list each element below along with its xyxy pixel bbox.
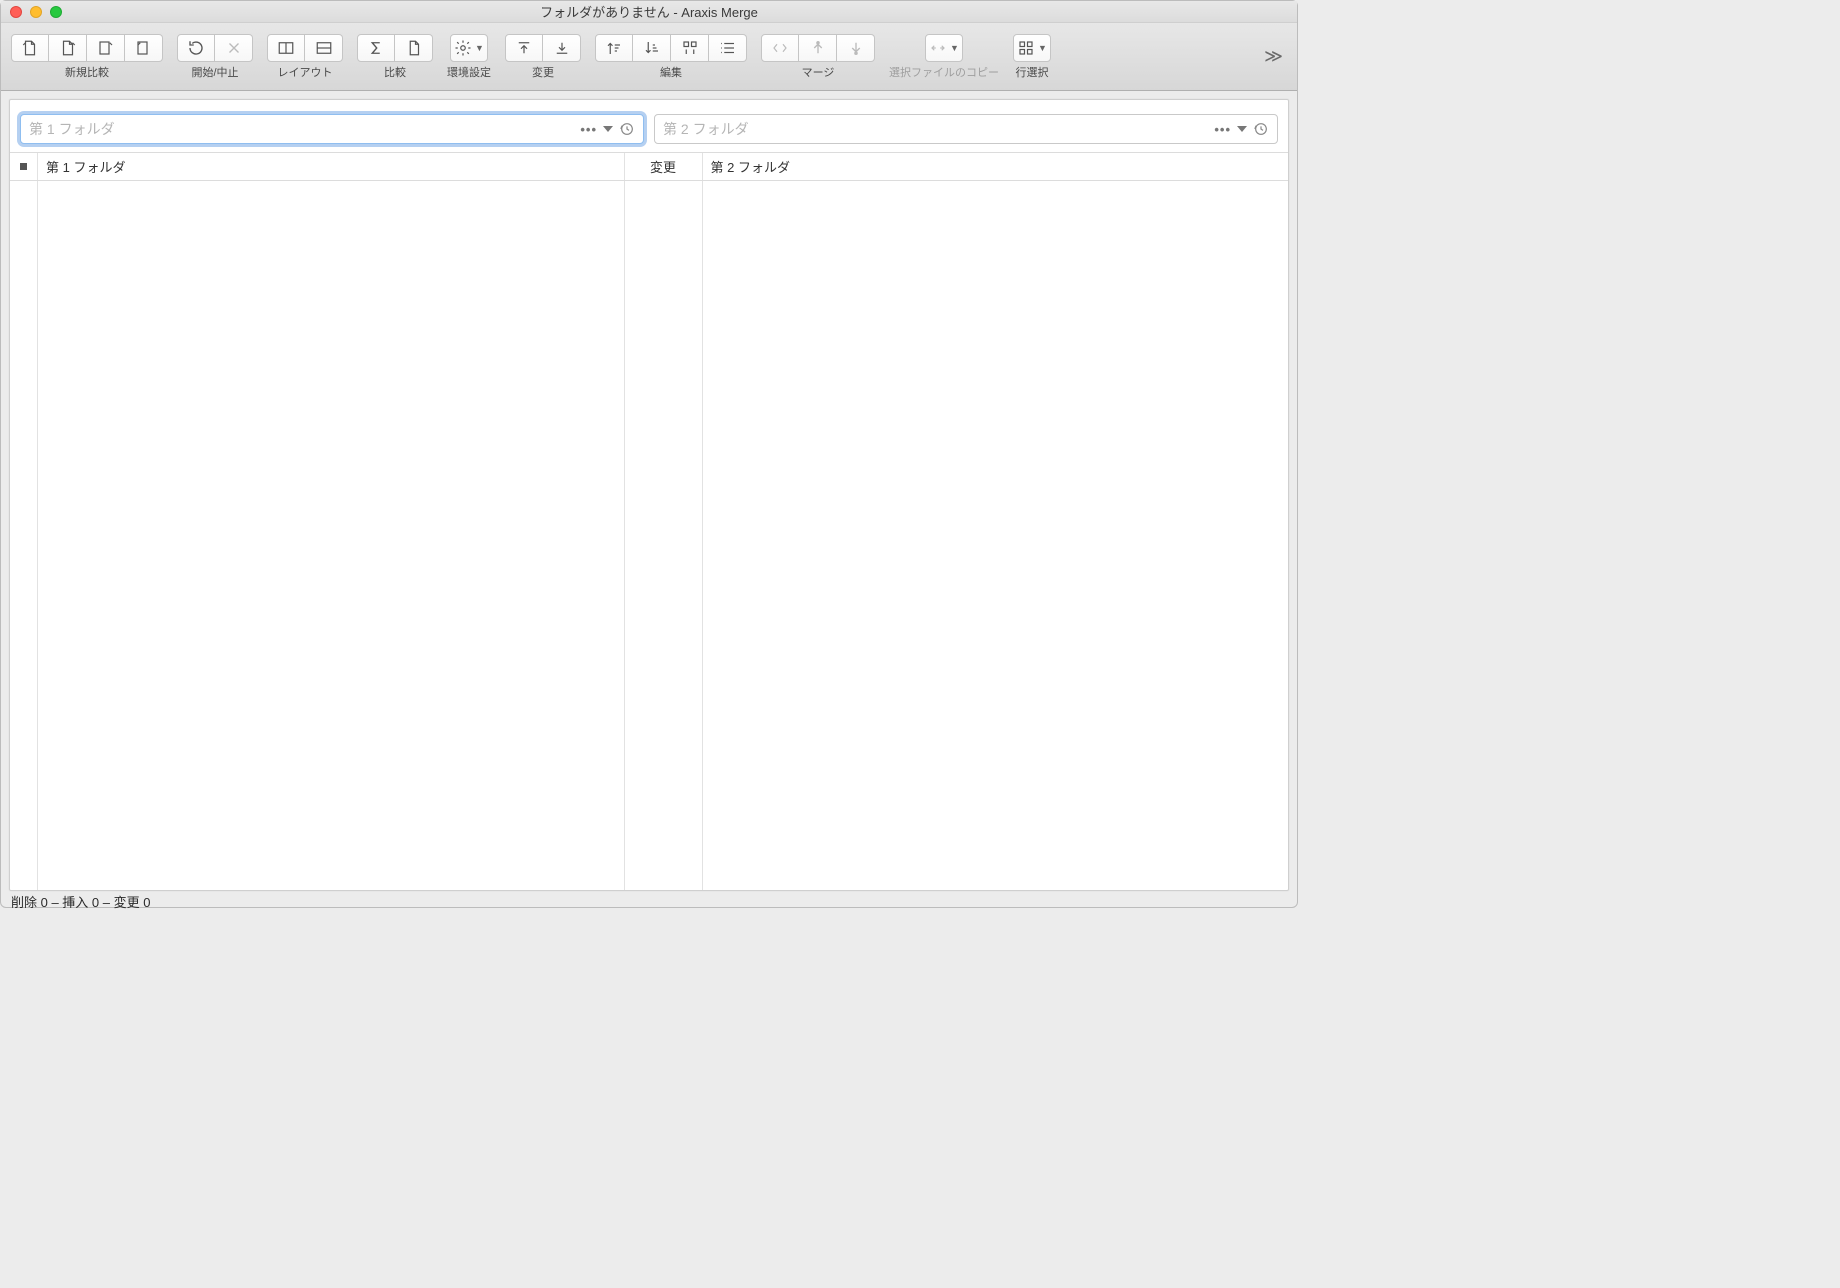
toolbar-label-change: 変更 xyxy=(532,64,554,80)
header-folder-2[interactable]: 第 2 フォルダ xyxy=(703,153,1289,180)
toolbar-label-new-compare: 新規比較 xyxy=(65,64,109,80)
new-3way-file-compare-button[interactable] xyxy=(87,34,125,62)
minimize-window-button[interactable] xyxy=(30,6,42,18)
history-icon[interactable] xyxy=(619,121,635,137)
layout-stacked-button[interactable] xyxy=(305,34,343,62)
status-bar: 削除 0 – 挿入 0 – 変更 0 xyxy=(1,891,1297,911)
close-window-button[interactable] xyxy=(10,6,22,18)
preferences-button[interactable]: ▼ xyxy=(450,34,488,62)
history-icon[interactable] xyxy=(1253,121,1269,137)
new-3way-folder-compare-button[interactable] xyxy=(125,34,163,62)
titlebar: フォルダがありません - Araxis Merge xyxy=(1,1,1297,23)
next-change-button[interactable] xyxy=(543,34,581,62)
column-headers: 第 1 フォルダ 変更 第 2 フォルダ xyxy=(10,152,1288,181)
toolbar-label-layout: レイアウト xyxy=(278,64,333,80)
toolbar-group-change: 変更 xyxy=(505,34,581,80)
dropdown-icon[interactable] xyxy=(603,126,613,132)
pane-change xyxy=(625,181,703,890)
square-icon xyxy=(20,163,27,170)
toolbar-group-preferences: ▼ 環境設定 xyxy=(447,34,491,80)
toolbar-label-merge: マージ xyxy=(802,64,835,80)
chevron-down-icon: ▼ xyxy=(950,43,959,53)
folder-2-input[interactable] xyxy=(655,115,1214,143)
toolbar-overflow-button[interactable]: ≫ xyxy=(1260,46,1287,67)
edit-list-button[interactable] xyxy=(709,34,747,62)
zoom-window-button[interactable] xyxy=(50,6,62,18)
window-controls xyxy=(10,6,62,18)
start-button[interactable] xyxy=(177,34,215,62)
edit-sort-desc-button[interactable] xyxy=(633,34,671,62)
new-folder-compare-button[interactable] xyxy=(49,34,87,62)
toolbar-group-merge: マージ xyxy=(761,34,875,80)
folder-2-path-box[interactable]: ••• xyxy=(654,114,1278,144)
toolbar-label-start-stop: 開始/中止 xyxy=(191,64,238,80)
toolbar-label-row-select: 行選択 xyxy=(1016,64,1049,80)
new-file-compare-button[interactable] xyxy=(11,34,49,62)
window-title: フォルダがありません - Araxis Merge xyxy=(1,2,1297,21)
toolbar-label-edit: 編集 xyxy=(660,64,682,80)
toolbar-label-preferences: 環境設定 xyxy=(447,64,491,80)
toolbar-label-compare: 比較 xyxy=(384,64,406,80)
dropdown-icon[interactable] xyxy=(1237,126,1247,132)
folder-1-path-box[interactable]: ••• xyxy=(20,114,644,144)
compare-sigma-button[interactable] xyxy=(357,34,395,62)
pane-marker xyxy=(10,181,38,890)
toolbar-group-edit: 編集 xyxy=(595,34,747,80)
edit-sort-asc-button[interactable] xyxy=(595,34,633,62)
toolbar: 新規比較 開始/中止 レイアウト xyxy=(1,23,1297,91)
status-text: 削除 0 – 挿入 0 – 変更 0 xyxy=(11,892,150,911)
toolbar-group-new-compare: 新規比較 xyxy=(11,34,163,80)
stop-button[interactable] xyxy=(215,34,253,62)
row-select-button[interactable]: ▼ xyxy=(1013,34,1051,62)
pane-folder-2[interactable] xyxy=(703,181,1289,890)
chevron-down-icon: ▼ xyxy=(1038,43,1047,53)
toolbar-group-copy-selected: ▼ 選択ファイルのコピー xyxy=(889,34,999,80)
header-folder-1[interactable]: 第 1 フォルダ xyxy=(38,153,625,180)
toolbar-group-layout: レイアウト xyxy=(267,34,343,80)
toolbar-group-compare: 比較 xyxy=(357,34,433,80)
merge-down-button[interactable] xyxy=(837,34,875,62)
folder-1-input[interactable] xyxy=(21,115,580,143)
compare-file-button[interactable] xyxy=(395,34,433,62)
pane-folder-1[interactable] xyxy=(38,181,625,890)
toolbar-group-row-select: ▼ 行選択 xyxy=(1013,34,1051,80)
chevron-down-icon: ▼ xyxy=(475,43,484,53)
header-marker[interactable] xyxy=(10,153,38,180)
content-panes xyxy=(10,181,1288,890)
layout-horizontal-button[interactable] xyxy=(267,34,305,62)
toolbar-group-start-stop: 開始/中止 xyxy=(177,34,253,80)
header-change[interactable]: 変更 xyxy=(625,153,703,180)
toolbar-label-copy-selected: 選択ファイルのコピー xyxy=(889,64,999,80)
browse-icon[interactable]: ••• xyxy=(1214,122,1231,137)
copy-selected-button[interactable]: ▼ xyxy=(925,34,963,62)
browse-icon[interactable]: ••• xyxy=(580,122,597,137)
merge-up-button[interactable] xyxy=(799,34,837,62)
prev-change-button[interactable] xyxy=(505,34,543,62)
workspace: ••• ••• 第 1 フォルダ 変更 第 2 フォルダ xyxy=(9,99,1289,891)
merge-left-right-button[interactable] xyxy=(761,34,799,62)
edit-filter-button[interactable] xyxy=(671,34,709,62)
path-row: ••• ••• xyxy=(10,100,1288,152)
